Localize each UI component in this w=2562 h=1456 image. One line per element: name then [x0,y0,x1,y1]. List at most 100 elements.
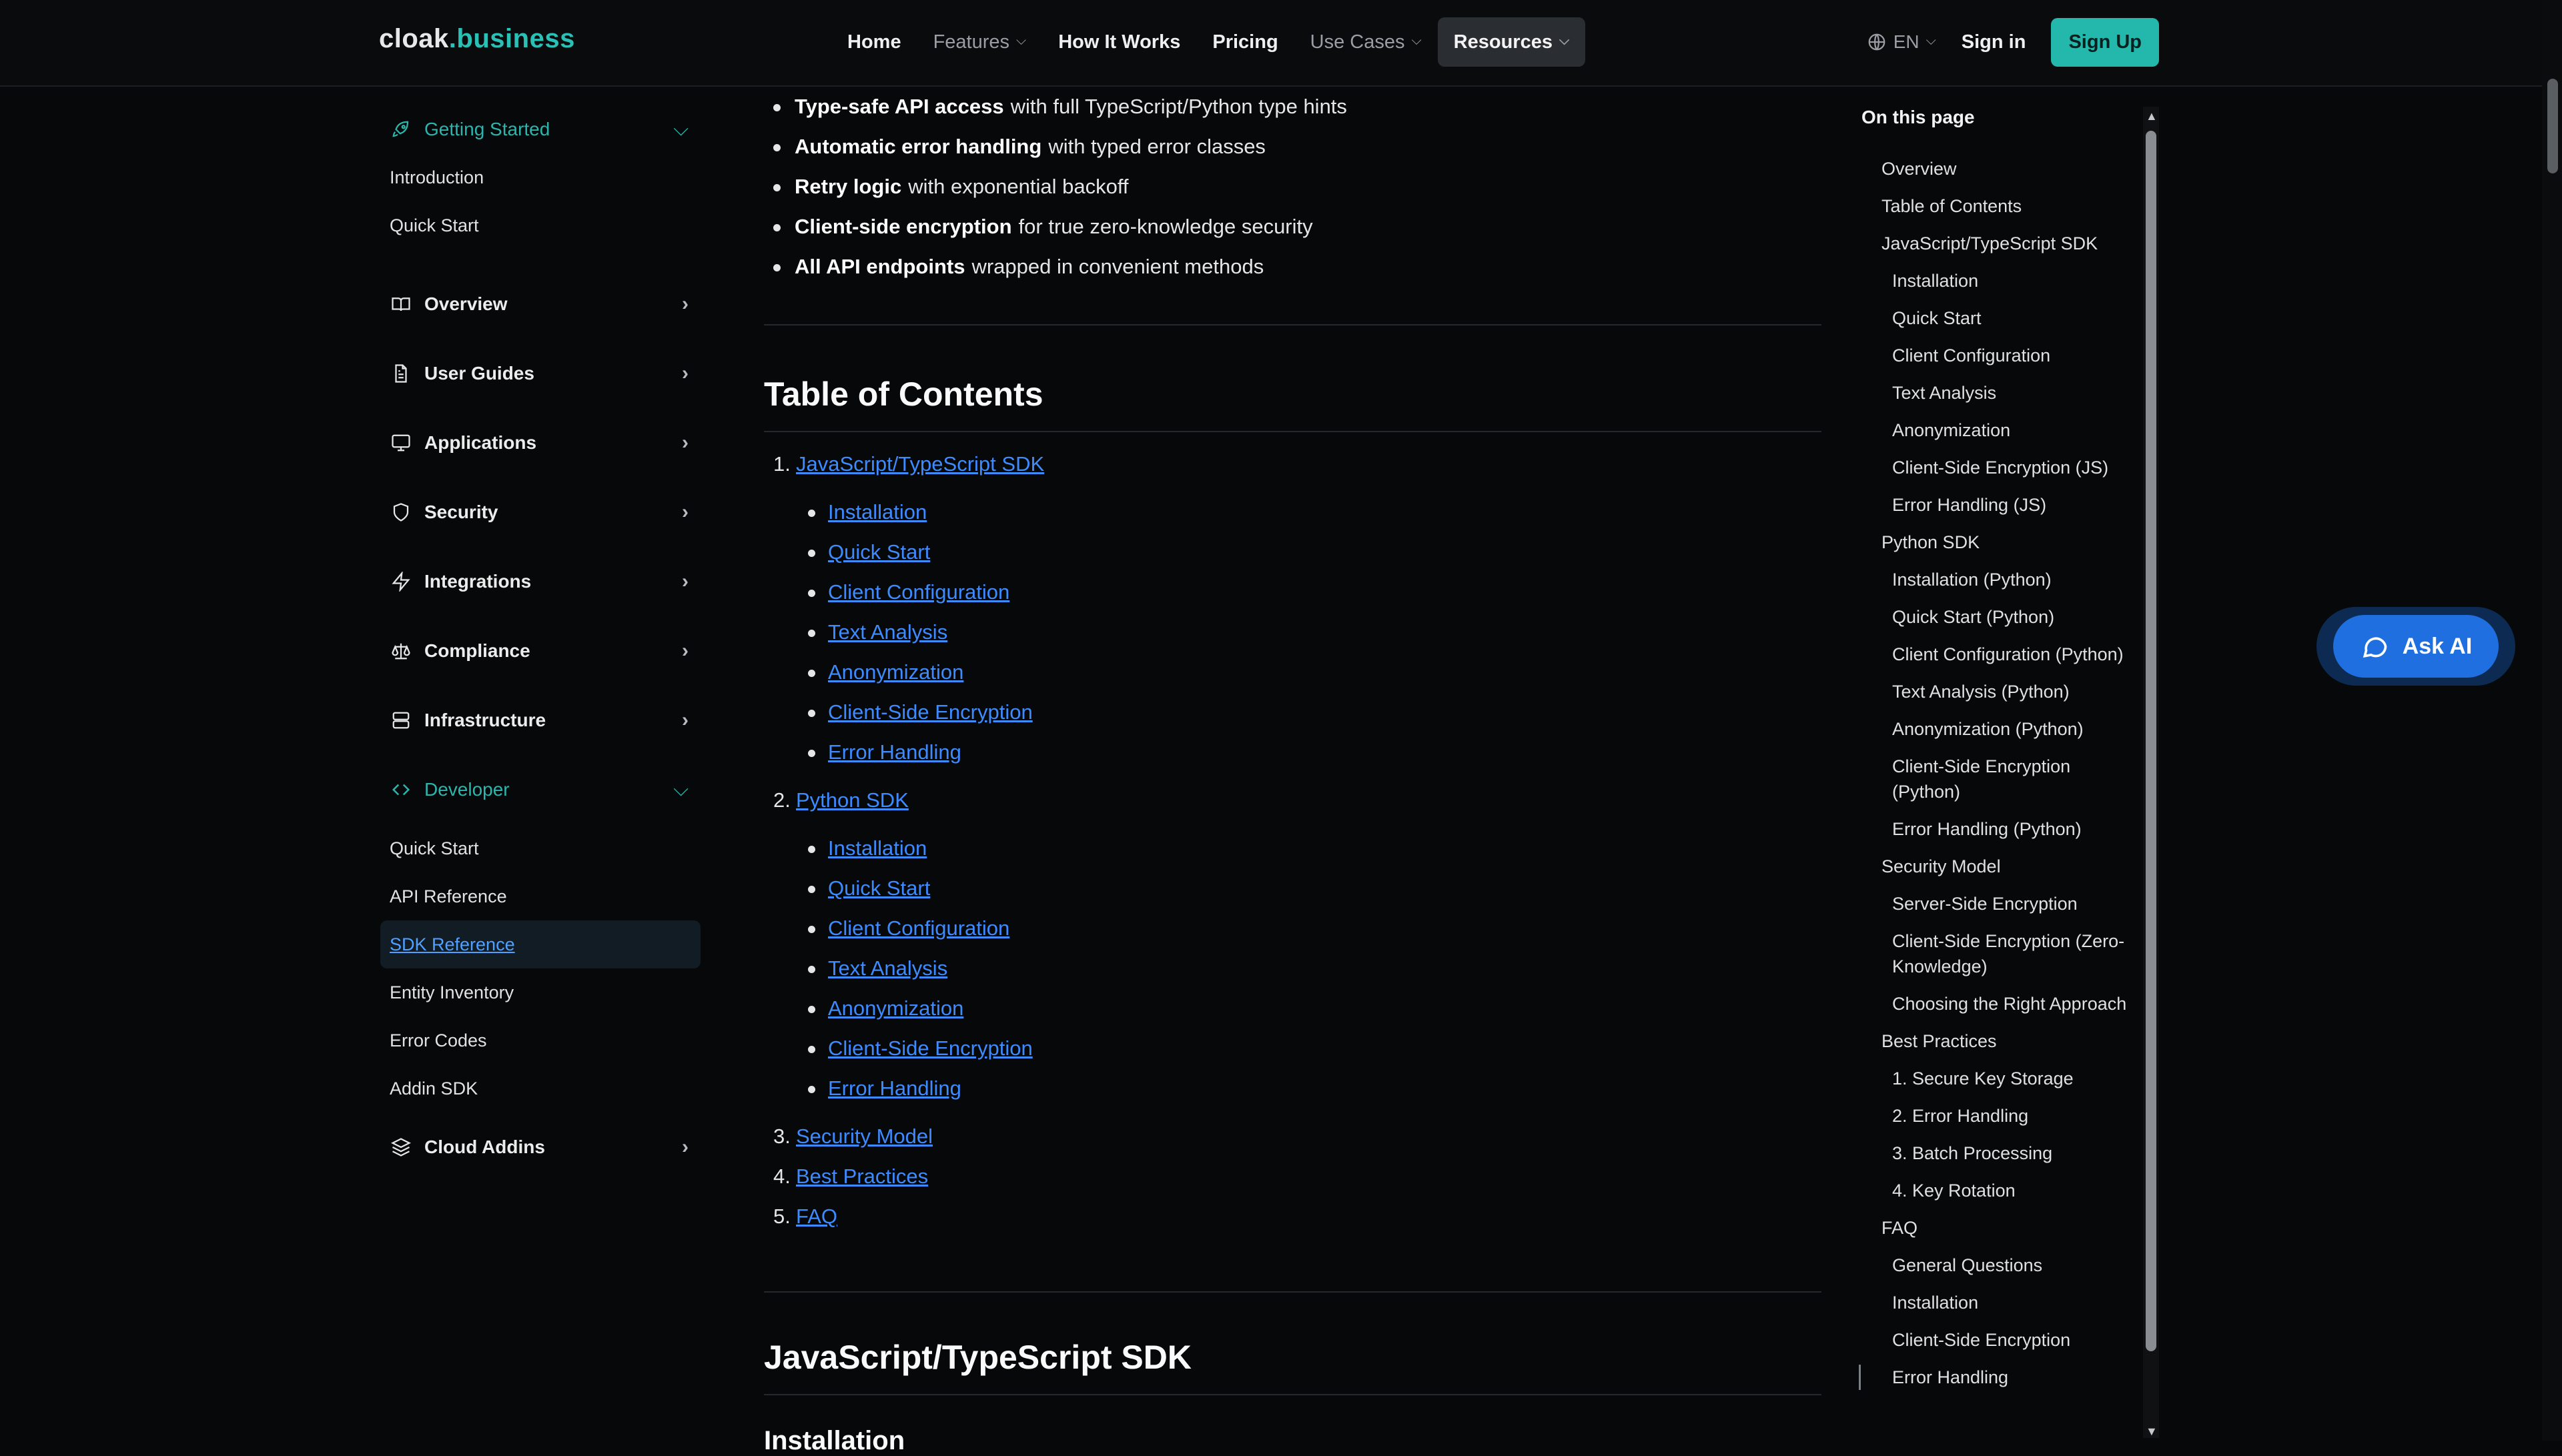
nav-how-it-works[interactable]: How It Works [1042,17,1196,67]
toc-subitem: Installation [764,828,1821,868]
on-this-page-item[interactable]: FAQ [1861,1215,2142,1241]
scroll-down-icon[interactable]: ▼ [2146,1425,2158,1438]
on-this-page-item[interactable]: Overview [1861,156,2142,181]
toc-link[interactable]: Text Analysis [828,620,947,644]
toc-item: 5. FAQ [773,1205,838,1229]
sidebar-section-applications[interactable]: Applications › [380,408,701,478]
on-this-page-subitem[interactable]: Client Configuration [1861,343,2142,368]
on-this-page-subitem[interactable]: Quick Start (Python) [1861,604,2142,630]
page-scrollbar[interactable] [2542,0,2562,1441]
list-item: Client-side encryption for true zero-know… [764,207,1821,247]
toc-subitem: Client Configuration [764,908,1821,948]
sidebar-item-sdk-reference[interactable]: SDK Reference [380,920,701,968]
on-this-page-item[interactable]: JavaScript/TypeScript SDK [1861,231,2142,256]
on-this-page-subitem[interactable]: Choosing the Right Approach [1861,991,2142,1016]
toc-link-best-practices[interactable]: Best Practices [796,1165,928,1189]
nav-features[interactable]: Features ⌵ [917,17,1043,67]
on-this-page-subitem[interactable]: Client Configuration (Python) [1861,642,2142,667]
on-this-page-subitem[interactable]: Client-Side Encryption (JS) [1861,455,2142,480]
toc-link[interactable]: Installation [828,836,927,860]
toc-link[interactable]: Client Configuration [828,580,1009,604]
sidebar-section-cloud-addins[interactable]: Cloud Addins › [380,1113,701,1182]
on-this-page-scrollbar[interactable]: ▲ ▼ [2143,107,2159,1438]
on-this-page-subitem[interactable]: Client-Side Encryption [1861,1327,2142,1353]
sign-in-link[interactable]: Sign in [1962,31,2026,53]
on-this-page-item[interactable]: Table of Contents [1861,193,2142,219]
toc-item: 4. Best Practices [773,1165,929,1189]
sidebar-section-getting-started[interactable]: Getting Started ⌵ [380,105,701,153]
language-label: EN [1893,31,1919,52]
on-this-page-title: On this page [1861,107,1975,127]
toc-link[interactable]: Installation [828,500,927,524]
sidebar-item-entity-inventory[interactable]: Entity Inventory [380,968,701,1016]
sidebar-section-overview[interactable]: Overview › [380,269,701,339]
nav-resources[interactable]: Resources ⌵ [1437,17,1586,67]
nav-use-cases[interactable]: Use Cases ⌵ [1294,17,1438,67]
scrollbar-thumb[interactable] [2547,79,2558,173]
toc-link[interactable]: Quick Start [828,540,930,564]
on-this-page-subitem[interactable]: Text Analysis [1861,380,2142,406]
on-this-page-subitem[interactable]: Anonymization [1861,418,2142,443]
language-selector[interactable]: EN ⌵ [1867,31,1936,53]
on-this-page-subitem[interactable]: Quick Start [1861,305,2142,331]
toc-link[interactable]: Anonymization [828,996,963,1020]
on-this-page-subitem[interactable]: General Questions [1861,1253,2142,1278]
scrollbar-thumb[interactable] [2146,131,2156,1351]
sidebar-item-error-codes[interactable]: Error Codes [380,1016,701,1064]
logo-text: cloak [379,24,449,53]
on-this-page-subitem[interactable]: 3. Batch Processing [1861,1141,2142,1166]
on-this-page-item[interactable]: Best Practices [1861,1028,2142,1054]
toc-link[interactable]: Client-Side Encryption [828,700,1033,724]
on-this-page-subitem[interactable]: Error Handling (Python) [1861,816,2142,842]
toc-link-js-sdk[interactable]: JavaScript/TypeScript SDK [796,452,1044,476]
toc-heading: Table of Contents [764,325,1821,432]
on-this-page-subitem[interactable]: Error Handling (JS) [1861,492,2142,518]
on-this-page-subitem[interactable]: Server-Side Encryption [1861,891,2142,916]
ask-ai-button[interactable]: Ask AI [2333,615,2499,678]
sidebar-section-user-guides[interactable]: User Guides › [380,339,701,408]
toc-link-security-model[interactable]: Security Model [796,1125,933,1149]
on-this-page-subitem[interactable]: Client-Side Encryption (Zero-Knowledge) [1861,928,2142,979]
on-this-page-subitem[interactable]: Installation (Python) [1861,567,2142,592]
toc-link[interactable]: Client Configuration [828,916,1009,940]
on-this-page-subitem[interactable]: Installation [1861,268,2142,293]
nav-home[interactable]: Home [831,17,917,67]
layers-icon [390,1136,412,1159]
feature-list: Type-safe API access with full TypeScript… [764,87,1821,287]
file-text-icon [390,362,412,385]
on-this-page-subitem[interactable]: 1. Secure Key Storage [1861,1066,2142,1091]
toc-subitem: Quick Start [764,532,1821,572]
sidebar-item-quick-start[interactable]: Quick Start [380,201,701,249]
toc-link[interactable]: Text Analysis [828,956,947,980]
on-this-page-subitem[interactable]: 4. Key Rotation [1861,1178,2142,1203]
on-this-page-subitem[interactable]: Anonymization (Python) [1861,716,2142,742]
on-this-page-subitem[interactable]: Client-Side Encryption (Python) [1861,754,2142,804]
sidebar-item-dev-quick-start[interactable]: Quick Start [380,824,701,872]
sidebar-item-api-reference[interactable]: API Reference [380,872,701,920]
toc-link[interactable]: Anonymization [828,660,963,684]
toc-link[interactable]: Error Handling [828,1076,961,1101]
on-this-page-item[interactable]: Security Model [1861,854,2142,879]
toc-link[interactable]: Error Handling [828,740,961,764]
on-this-page-subitem[interactable]: 2. Error Handling [1861,1103,2142,1129]
scroll-up-icon[interactable]: ▲ [2146,109,2158,123]
sidebar-section-infrastructure[interactable]: Infrastructure › [380,686,701,755]
toc-link[interactable]: Quick Start [828,876,930,900]
sidebar-section-developer[interactable]: Developer ⌵ [380,755,701,824]
sign-up-button[interactable]: Sign Up [2051,17,2159,67]
nav-pricing[interactable]: Pricing [1196,17,1294,67]
js-sdk-heading: JavaScript/TypeScript SDK [764,1293,1821,1395]
on-this-page-subitem[interactable]: Installation [1861,1290,2142,1315]
toc-link-faq[interactable]: FAQ [796,1205,837,1229]
logo[interactable]: cloak.business [379,24,575,54]
sidebar-item-introduction[interactable]: Introduction [380,153,701,201]
sidebar-section-compliance[interactable]: Compliance › [380,616,701,686]
sidebar-section-security[interactable]: Security › [380,478,701,547]
on-this-page-subitem[interactable]: Error Handling [1859,1365,2142,1390]
sidebar-item-addin-sdk[interactable]: Addin SDK [380,1064,701,1113]
toc-link-python-sdk[interactable]: Python SDK [796,788,909,812]
toc-link[interactable]: Client-Side Encryption [828,1036,1033,1060]
on-this-page-subitem[interactable]: Text Analysis (Python) [1861,679,2142,704]
on-this-page-item[interactable]: Python SDK [1861,530,2142,555]
sidebar-section-integrations[interactable]: Integrations › [380,547,701,616]
